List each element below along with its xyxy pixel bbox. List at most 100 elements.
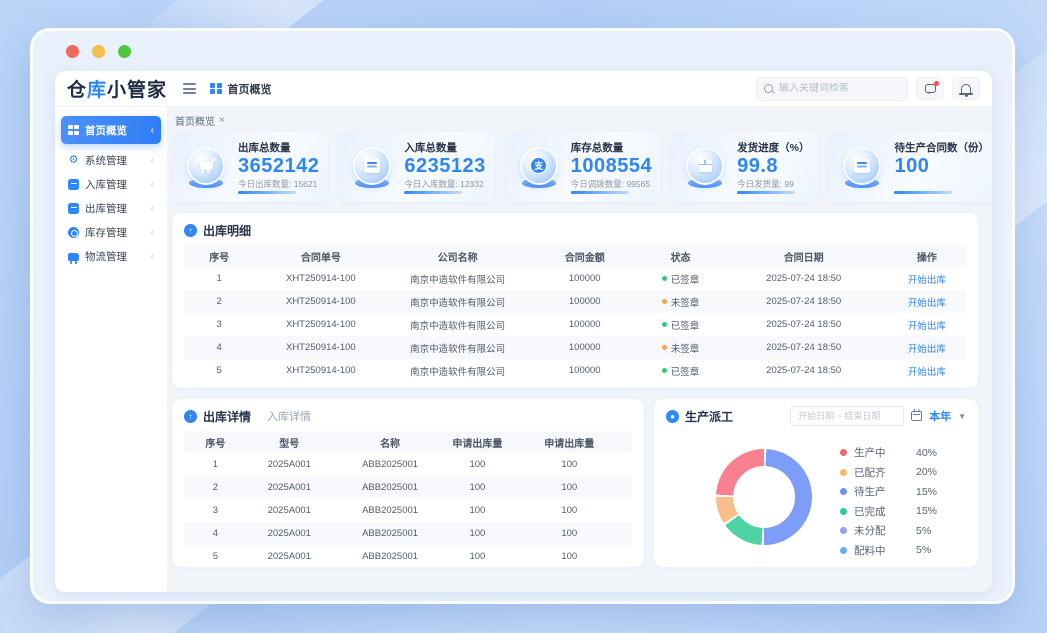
panel-title: 生产派工 [685, 408, 733, 425]
column-header: 操作 [888, 249, 966, 264]
contract-amount: 100000 [528, 319, 641, 330]
card-title: 入库总数量 [404, 140, 485, 155]
item-name: ABB2025001 [332, 551, 448, 562]
table-row: 4 XHT250914-100 南京中造软件有限公司 100000 未签章 20… [184, 336, 966, 359]
tab-home-overview[interactable]: 首页概览 × [172, 113, 228, 128]
company-name: 南京中造软件有限公司 [387, 318, 528, 332]
card-underline [737, 191, 795, 194]
start-outbound-link[interactable]: 开始出库 [908, 298, 946, 309]
column-header: 公司名称 [387, 249, 528, 264]
logo-text-highlight: 库 [87, 80, 107, 101]
card-title: 发货进度（%） [737, 140, 809, 155]
card-title: 出库总数量 [238, 140, 319, 155]
status-badge: 未签章 [662, 295, 700, 309]
sidebar-item-logistics[interactable]: 物流管理 ‹ [61, 245, 161, 267]
status-dot [662, 299, 667, 304]
contract-no: XHT250914-100 [254, 342, 387, 353]
grid-icon [68, 125, 79, 136]
sidebar-item-home[interactable]: 首页概览 ‹ [61, 116, 161, 144]
start-outbound-link[interactable]: 开始出库 [908, 275, 946, 286]
collapse-sidebar-icon[interactable] [183, 83, 196, 94]
contract-3d-icon [843, 147, 881, 185]
model-no: 2025A001 [247, 551, 332, 562]
search-input[interactable] [779, 83, 900, 94]
stat-card-outbound-total: 出库总数量 3652142 今日出库数量: 15621 [172, 132, 328, 202]
maximize-window-button[interactable] [118, 45, 131, 58]
stock-3d-icon: 支 [520, 147, 558, 185]
start-outbound-link[interactable]: 开始出库 [908, 367, 946, 378]
messages-button[interactable] [916, 77, 944, 100]
sidebar-item-inventory[interactable]: 库存管理 ‹ [61, 221, 161, 243]
search-box[interactable] [756, 77, 908, 101]
column-header: 合同金额 [528, 249, 641, 264]
item-name: ABB2025001 [332, 459, 448, 470]
legend-item: 未分配5% [840, 521, 937, 541]
card-sub [894, 178, 989, 188]
contract-no: XHT250914-100 [254, 273, 387, 284]
close-window-button[interactable] [66, 45, 79, 58]
stat-card-stock-total: 支 库存总数量 1008554 今日调拨数量: 99565 [505, 132, 661, 202]
contract-amount: 100000 [528, 296, 641, 307]
card-title: 库存总数量 [571, 140, 652, 155]
start-outbound-link[interactable]: 开始出库 [908, 321, 946, 332]
company-name: 南京中造软件有限公司 [387, 364, 528, 378]
request-qty: 100 [507, 505, 632, 516]
legend-dot [840, 527, 847, 534]
item-name: ABB2025001 [332, 482, 448, 493]
package-3d-icon [686, 147, 724, 185]
row-index: 2 [184, 482, 247, 493]
card-sub: 今日发货量: 99 [737, 178, 809, 188]
detail-panel-icon: ↑ [184, 410, 197, 423]
company-name: 南京中造软件有限公司 [387, 295, 528, 309]
production-dispatch-panel: ● 生产派工 本年 ▼ 生产中40% 已配齐2 [654, 399, 978, 567]
model-no: 2025A001 [247, 505, 332, 516]
table-row: 1 2025A001 ABB2025001 100 100 [184, 453, 632, 476]
date-range-input[interactable] [790, 406, 904, 426]
status-dot [662, 276, 667, 281]
request-qty: 100 [507, 482, 632, 493]
tab-outbound-detail[interactable]: 出库详情 [203, 408, 251, 425]
card-value: 99.8 [737, 155, 809, 178]
production-panel-icon: ● [666, 410, 679, 423]
table-row: 4 2025A001 ABB2025001 100 100 [184, 522, 632, 545]
home-grid-icon [210, 83, 222, 95]
tab-close-icon[interactable]: × [219, 115, 225, 126]
card-title: 待生产合同数（份） [894, 140, 989, 155]
table-row: 2 XHT250914-100 南京中造软件有限公司 100000 未签章 20… [184, 290, 966, 313]
contract-date: 2025-07-24 18:50 [720, 319, 888, 330]
minimize-window-button[interactable] [92, 45, 105, 58]
model-no: 2025A001 [247, 459, 332, 470]
model-no: 2025A001 [247, 482, 332, 493]
sidebar-item-inbound[interactable]: 入库管理 ‹ [61, 173, 161, 195]
notifications-button[interactable] [952, 77, 980, 100]
legend-item: 生产中40% [840, 443, 937, 463]
tab-label: 首页概览 [175, 113, 215, 128]
status-badge: 已签章 [662, 272, 700, 286]
stat-card-inbound-total: 入库总数量 6235123 今日入库数量: 12332 [338, 132, 494, 202]
app-window: 仓库小管家 首页概览 [30, 28, 1015, 604]
sidebar-item-system[interactable]: ⚙ 系统管理 ‹ [61, 149, 161, 171]
tab-inbound-detail[interactable]: 入库详情 [267, 408, 311, 424]
window-controls [66, 45, 131, 58]
card-underline [404, 191, 462, 194]
logo-text: 小管家 [107, 80, 167, 101]
column-header: 申请出库量 [448, 435, 506, 450]
start-outbound-link[interactable]: 开始出库 [908, 344, 946, 355]
card-value: 1008554 [571, 155, 652, 178]
table-row: 2 2025A001 ABB2025001 100 100 [184, 476, 632, 499]
chevron-icon: ‹ [151, 179, 154, 190]
column-header: 名称 [332, 435, 448, 450]
contract-date: 2025-07-24 18:50 [720, 365, 888, 376]
tab-strip: 首页概览 × [172, 110, 978, 130]
row-index: 1 [184, 273, 254, 284]
chevron-icon: ‹ [151, 155, 154, 166]
year-range-select[interactable]: 本年 [929, 408, 951, 424]
legend-item: 已完成15% [840, 502, 937, 522]
cart-3d-icon [187, 147, 225, 185]
row-index: 4 [184, 528, 247, 539]
company-name: 南京中造软件有限公司 [387, 341, 528, 355]
inbound-box-icon [68, 179, 79, 190]
sidebar-item-outbound[interactable]: 出库管理 ‹ [61, 197, 161, 219]
status-dot [662, 368, 667, 373]
app-root: 仓库小管家 首页概览 [55, 71, 992, 592]
